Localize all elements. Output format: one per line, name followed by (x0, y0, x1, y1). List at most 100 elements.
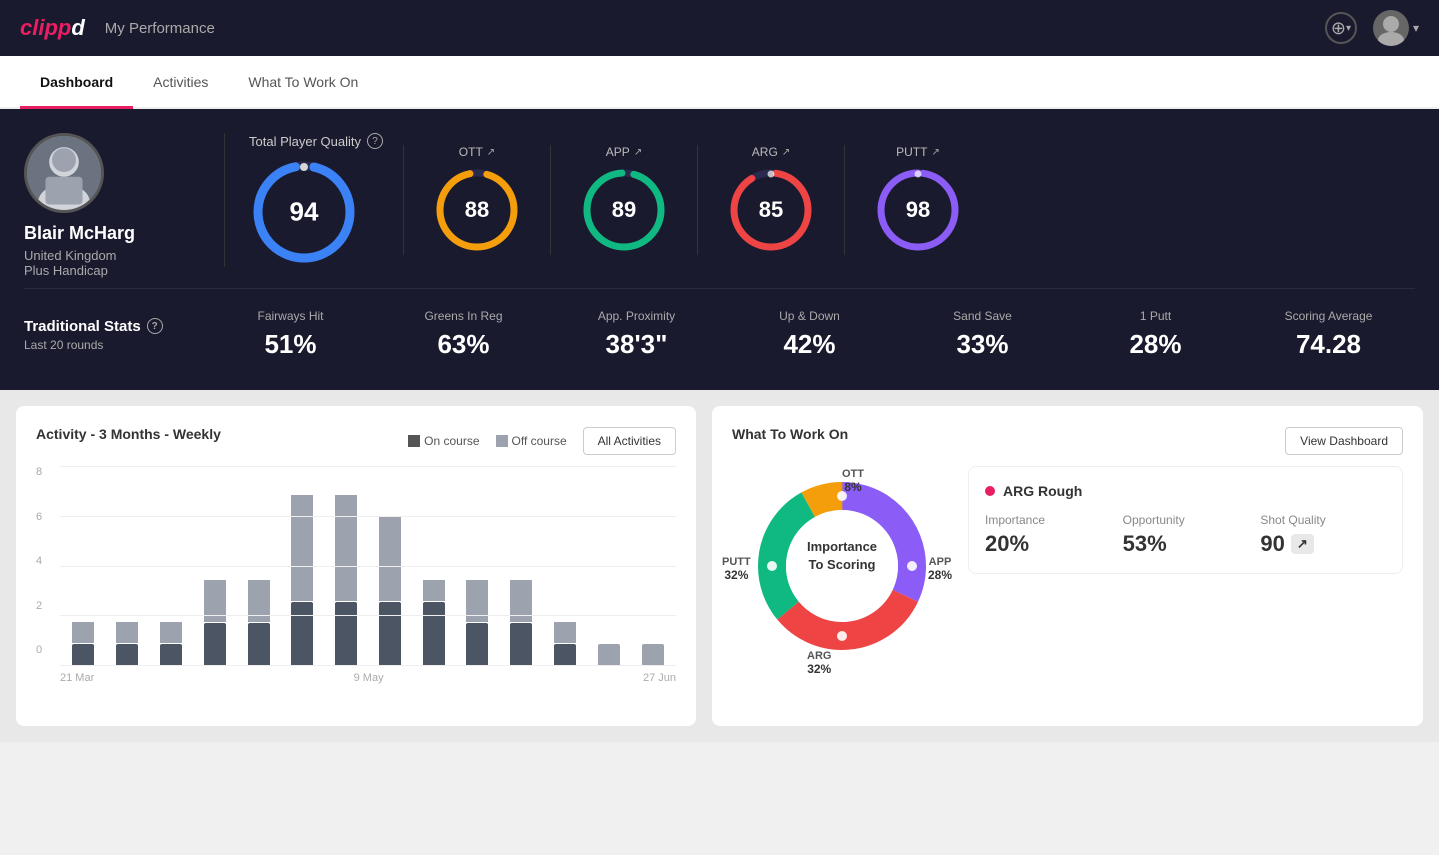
all-activities-button[interactable]: All Activities (583, 427, 676, 455)
player-handicap: Plus Handicap (24, 263, 200, 278)
legend-off-icon (496, 435, 508, 447)
bar-group-1 (108, 622, 147, 665)
bar-off-3 (204, 580, 226, 622)
bar-on-6 (335, 602, 357, 665)
bar-on-5 (291, 602, 313, 665)
shot-quality-value: 90 (1260, 531, 1284, 557)
ott-circle: 88 (432, 165, 522, 255)
tab-what-to-work-on[interactable]: What To Work On (228, 56, 378, 109)
add-button[interactable]: ⊕ ▾ (1325, 12, 1357, 44)
player-avatar (24, 133, 104, 213)
bar-off-2 (160, 622, 182, 643)
bar-group-4 (239, 580, 278, 665)
app-arrow-icon: ↗ (634, 147, 642, 158)
wtwo-title: What To Work On (732, 426, 848, 442)
importance-metric: Importance 20% (985, 513, 1111, 557)
opportunity-metric: Opportunity 53% (1123, 513, 1249, 557)
metrics-row: Total Player Quality ? 94 OTT ↗ (224, 133, 1415, 267)
tab-activities[interactable]: Activities (133, 56, 228, 109)
bar-off-11 (554, 622, 576, 643)
arg-circle: 85 (726, 165, 816, 255)
ott-label: OTT8% (842, 468, 864, 494)
player-stats-section: Blair McHarg United Kingdom Plus Handica… (0, 109, 1439, 390)
chart-legend: On course Off course (408, 434, 567, 448)
bar-off-4 (248, 580, 270, 622)
stat-greens: Greens In Reg 63% (377, 309, 550, 360)
bar-off-5 (291, 495, 313, 601)
metric-ott: OTT ↗ 88 (403, 145, 550, 255)
metric-arg: ARG ↗ 85 (697, 145, 844, 255)
app-circle: 89 (579, 165, 669, 255)
donut-center-text: ImportanceTo Scoring (792, 538, 892, 574)
tpq-label: Total Player Quality ? (249, 133, 383, 149)
traditional-stats-row: Traditional Stats ? Last 20 rounds Fairw… (24, 288, 1415, 360)
bar-group-2 (152, 622, 191, 665)
bar-off-6 (335, 495, 357, 601)
metric-arg-label: ARG ↗ (752, 145, 790, 159)
metric-ott-label: OTT ↗ (459, 145, 495, 159)
chart-header: Activity - 3 Months - Weekly On course O… (36, 426, 676, 456)
importance-value: 20% (985, 531, 1111, 557)
bar-group-7 (370, 516, 409, 665)
plus-icon: ⊕ (1331, 18, 1346, 39)
opportunity-value: 53% (1123, 531, 1249, 557)
bar-on-3 (204, 623, 226, 665)
stat-sandsave: Sand Save 33% (896, 309, 1069, 360)
stat-fairways: Fairways Hit 51% (204, 309, 377, 360)
shot-quality-metric: Shot Quality 90 ↗ (1260, 513, 1386, 557)
user-avatar[interactable] (1373, 10, 1409, 46)
traditional-stats-label: Traditional Stats ? (24, 318, 204, 335)
tpq-circle: 94 (249, 157, 359, 267)
app-logo: clippd (20, 15, 85, 41)
tpq-info-icon[interactable]: ? (367, 133, 383, 149)
opportunity-label: Opportunity (1123, 513, 1249, 527)
stat-proximity: App. Proximity 38'3" (550, 309, 723, 360)
bar-group-5 (283, 495, 322, 665)
bar-off-0 (72, 622, 94, 643)
header-left: clippd My Performance (20, 15, 215, 41)
what-to-work-on-card: What To Work On View Dashboard (712, 406, 1423, 726)
y-label-8: 8 (36, 466, 42, 478)
metric-app-label: APP ↗ (606, 145, 642, 159)
bar-off-7 (379, 516, 401, 600)
user-menu-caret[interactable]: ▾ (1413, 21, 1419, 35)
shot-quality-label: Shot Quality (1260, 513, 1386, 527)
importance-label: Importance (985, 513, 1111, 527)
view-dashboard-button[interactable]: View Dashboard (1285, 427, 1403, 455)
y-label-2: 2 (36, 600, 42, 612)
shot-quality-badge: ↗ (1291, 534, 1314, 554)
bar-off-8 (423, 580, 445, 601)
caret-icon: ▾ (1346, 23, 1351, 34)
bar-group-0 (64, 622, 103, 665)
wtwo-content: ImportanceTo Scoring OTT8% APP28% ARG32%… (732, 466, 1403, 706)
tab-dashboard[interactable]: Dashboard (20, 56, 133, 109)
bar-on-4 (248, 623, 270, 665)
bar-on-0 (72, 644, 94, 665)
bar-on-2 (160, 644, 182, 665)
x-label-may: 9 May (354, 672, 384, 684)
stats-sub-label: Last 20 rounds (24, 338, 204, 352)
putt-arrow-icon: ↗ (931, 147, 939, 158)
stats-info-icon[interactable]: ? (147, 318, 163, 334)
y-label-0: 0 (36, 644, 42, 656)
tpq-section: Total Player Quality ? 94 (249, 133, 403, 267)
bar-on-9 (466, 623, 488, 665)
bar-off-9 (466, 580, 488, 622)
bottom-section: Activity - 3 Months - Weekly On course O… (0, 390, 1439, 742)
stats-label-section: Traditional Stats ? Last 20 rounds (24, 318, 204, 352)
metric-putt-label: PUTT ↗ (896, 145, 940, 159)
legend-on-course: On course (408, 434, 479, 448)
bar-group-11 (546, 622, 585, 665)
bar-on-8 (423, 602, 445, 665)
chart-title: Activity - 3 Months - Weekly (36, 426, 221, 442)
app-label: APP28% (928, 556, 952, 582)
bars-container (60, 466, 676, 665)
header-title: My Performance (105, 20, 215, 37)
stat-updown: Up & Down 42% (723, 309, 896, 360)
bar-off-13 (642, 644, 664, 665)
bar-group-8 (414, 580, 453, 665)
player-country: United Kingdom (24, 248, 200, 263)
metric-putt: PUTT ↗ 98 (844, 145, 991, 255)
arg-value: 85 (759, 197, 783, 223)
x-label-jun: 27 Jun (643, 672, 676, 684)
